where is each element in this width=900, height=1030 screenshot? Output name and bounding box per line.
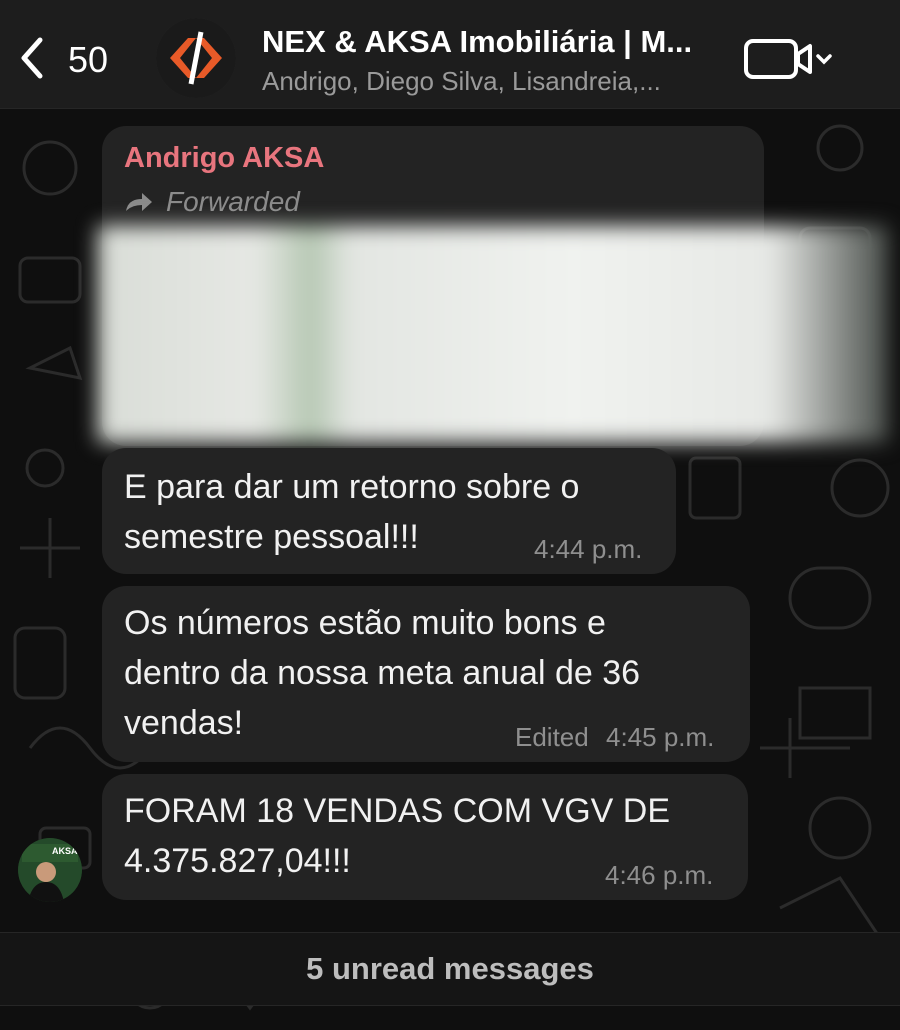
video-call-button[interactable] xyxy=(742,36,838,82)
unread-chats-count: 50 xyxy=(68,39,109,80)
message-text-line: 4.375.827,04!!! xyxy=(124,842,351,880)
forward-arrow-icon xyxy=(126,193,152,211)
message-bubble[interactable]: E para dar um retorno sobre o semestre p… xyxy=(102,448,676,574)
unread-messages-banner: 5 unread messages xyxy=(0,932,900,1006)
message-text-line: vendas! xyxy=(124,704,244,742)
message-text-line: semestre pessoal!!! xyxy=(124,518,419,556)
message-bubble-forwarded[interactable]: Andrigo AKSA Forwarded xyxy=(98,126,888,446)
back-button[interactable]: 50 xyxy=(16,30,126,90)
message-time: 4:44 p.m. xyxy=(534,534,643,564)
video-camera-icon xyxy=(744,39,832,79)
group-avatar[interactable] xyxy=(156,18,236,98)
message-bubble[interactable]: Os números estão muito bons e dentro da … xyxy=(102,586,750,762)
blurred-image[interactable] xyxy=(98,226,888,442)
message-time: 4:46 p.m. xyxy=(605,860,714,890)
chat-participants[interactable]: Andrigo, Diego Silva, Lisandreia,... xyxy=(262,66,722,97)
chevron-left-icon xyxy=(16,34,46,87)
message-text-line: E para dar um retorno sobre o xyxy=(124,468,580,506)
sender-name[interactable]: Andrigo AKSA xyxy=(124,142,324,175)
forwarded-label: Forwarded xyxy=(124,186,300,218)
sender-avatar[interactable]: AKSA xyxy=(18,838,82,902)
message-text-line: Os números estão muito bons e xyxy=(124,604,606,642)
message-text-line: dentro da nossa meta anual de 36 xyxy=(124,654,641,692)
message-bubble[interactable]: FORAM 18 VENDAS COM VGV DE 4.375.827,04!… xyxy=(102,774,748,900)
unread-messages-label: 5 unread messages xyxy=(306,951,594,986)
message-text-line: FORAM 18 VENDAS COM VGV DE xyxy=(124,792,670,830)
chat-title[interactable]: NEX & AKSA Imobiliária | M... xyxy=(262,24,722,60)
avatar-badge-text: AKSA xyxy=(52,846,78,856)
edited-label: Edited xyxy=(515,722,589,752)
chat-header: 50 NEX & AKSA Imobiliária | M... Andrigo… xyxy=(0,0,900,109)
message-time: 4:45 p.m. xyxy=(606,722,715,752)
